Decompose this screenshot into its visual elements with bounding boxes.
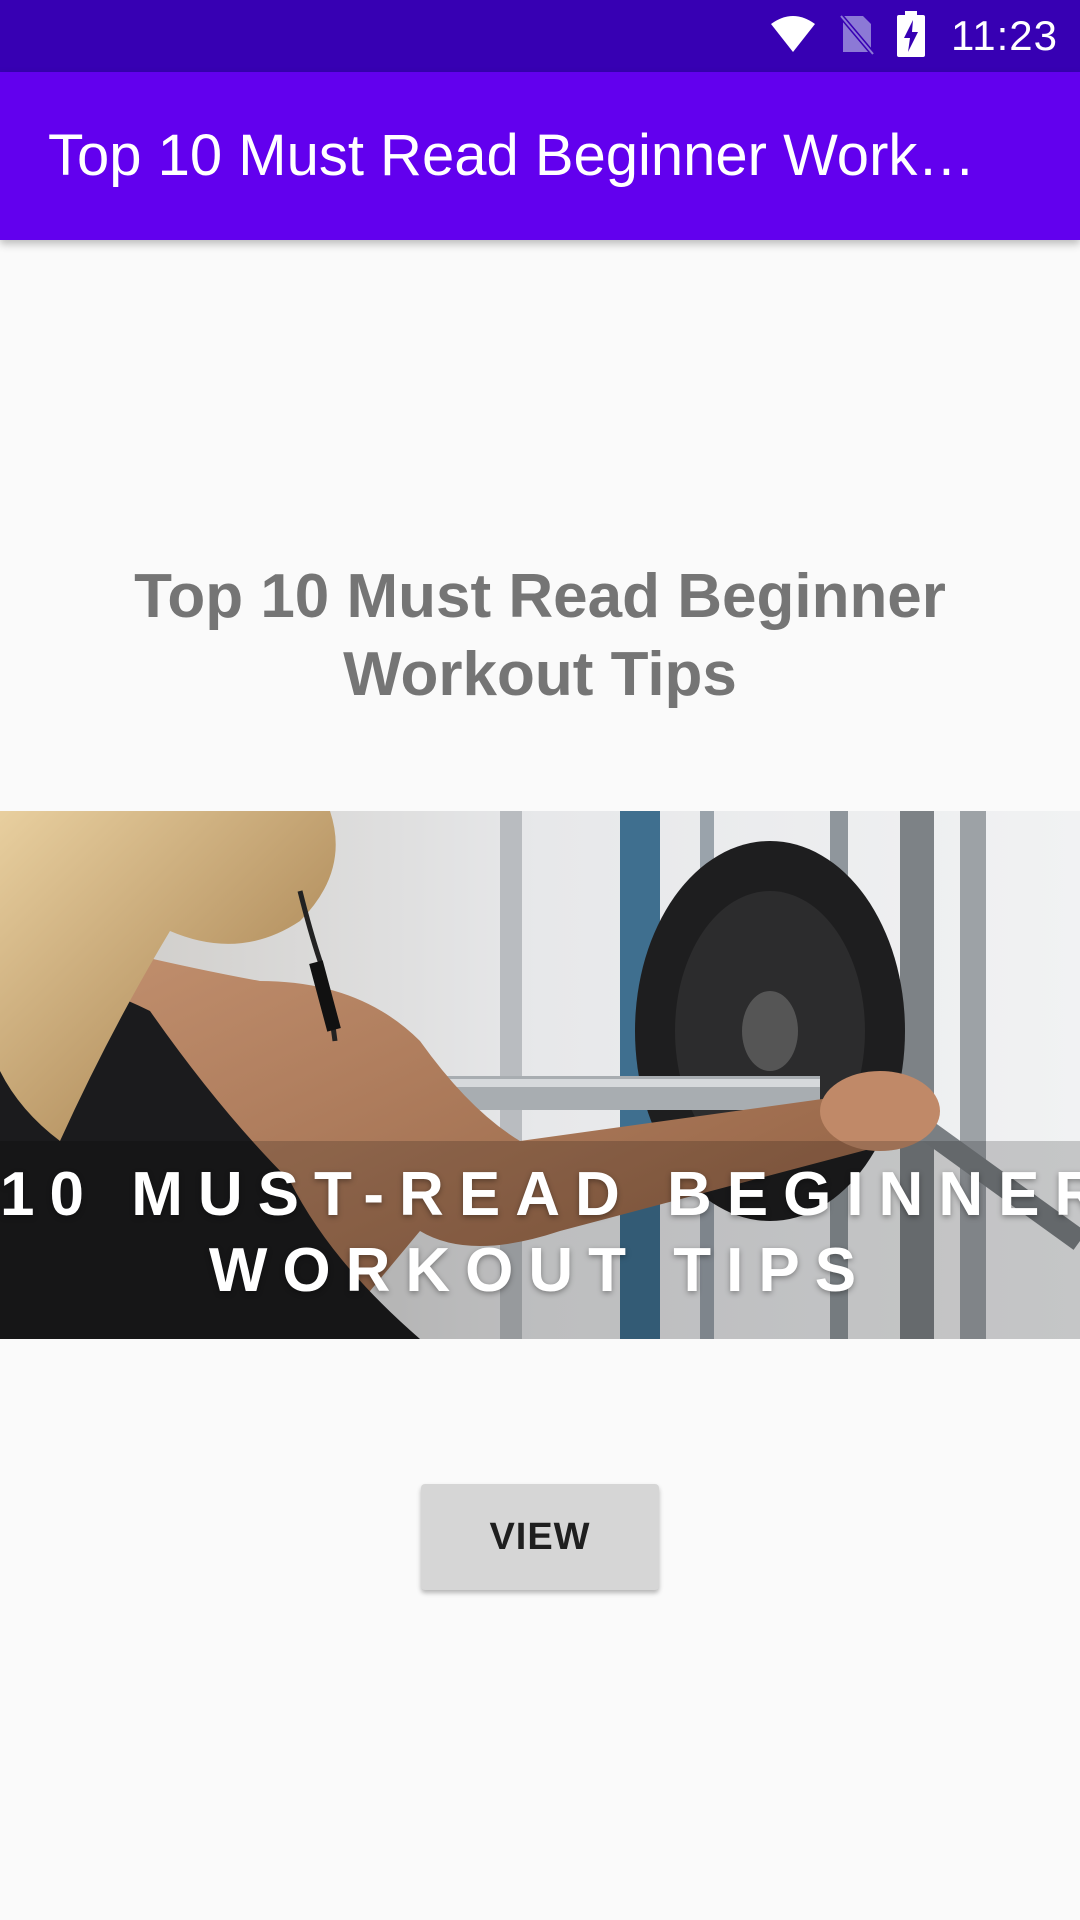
wifi-icon [769,14,817,59]
hero-caption-line-1: 10 MUST-READ BEGINNER [0,1160,1080,1229]
app-bar-title: Top 10 Must Read Beginner Workout Tips [48,123,988,188]
main-content: Top 10 Must Read Beginner Workout Tips 1… [0,240,1080,1920]
status-icons: 11:23 [769,0,1058,72]
app-bar: Top 10 Must Read Beginner Workout Tips [0,72,1080,240]
battery-charging-icon [897,10,925,62]
page-heading: Top 10 Must Read Beginner Workout Tips [134,562,946,709]
workout-hero-image: 10 MUST-READ BEGINNER WORKOUT TIPS [0,811,1080,1339]
view-button[interactable]: VIEW [421,1484,659,1590]
status-time: 11:23 [951,12,1058,59]
hero-caption-line-2: WORKOUT TIPS [208,1236,872,1305]
no-sim-icon [839,12,875,61]
status-bar: 11:23 [0,0,1080,72]
hero-caption: 10 MUST-READ BEGINNER WORKOUT TIPS [0,811,1080,1339]
